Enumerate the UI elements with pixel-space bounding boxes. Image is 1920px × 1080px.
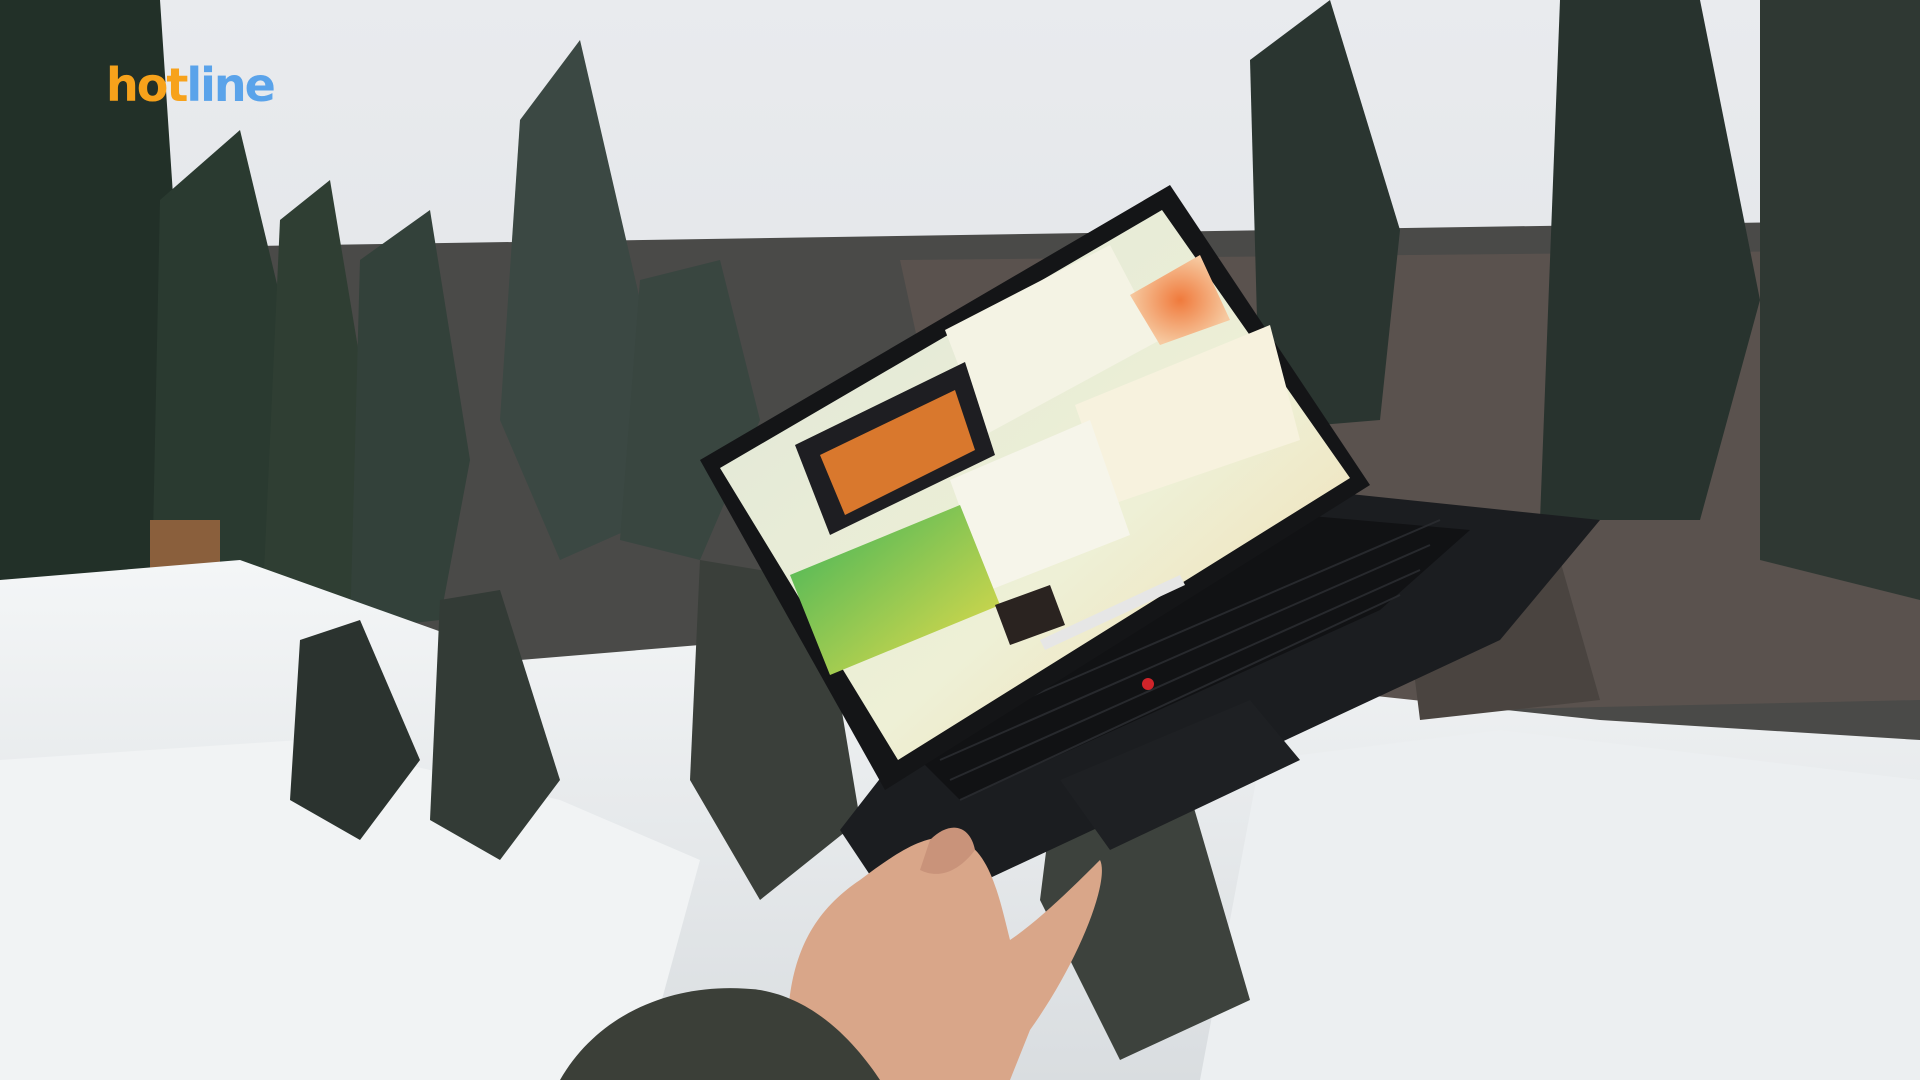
trackpoint-icon <box>1142 678 1154 690</box>
photo-scene <box>0 0 1920 1080</box>
logo-text-line: line <box>186 58 275 112</box>
logo-text-hot: hot <box>106 58 188 112</box>
landscape-photo <box>0 0 1920 1080</box>
hotline-logo: hotline <box>106 58 276 112</box>
